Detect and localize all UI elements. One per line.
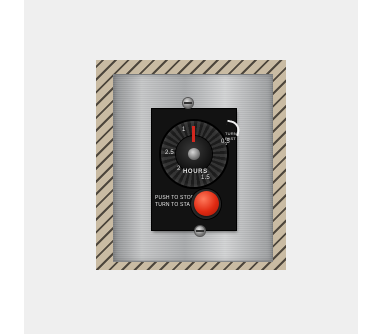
scale-label-1-5: 1.5 <box>201 175 210 181</box>
scale-label-1: 1 <box>182 127 186 133</box>
bottom-screw-icon <box>195 226 205 236</box>
hours-label: HOURS <box>183 169 208 175</box>
scale-label-2-5: 2.5 <box>165 150 174 156</box>
top-screw-icon <box>183 98 193 108</box>
instruction-line-1: PUSH TO STOP <box>155 195 195 201</box>
dial-pointer-icon <box>192 126 195 142</box>
scale-label-2: 2 <box>177 166 181 172</box>
dial-hub-icon <box>188 148 200 160</box>
stop-button[interactable] <box>194 191 219 216</box>
turn-past-line-3: 1 <box>225 141 228 146</box>
